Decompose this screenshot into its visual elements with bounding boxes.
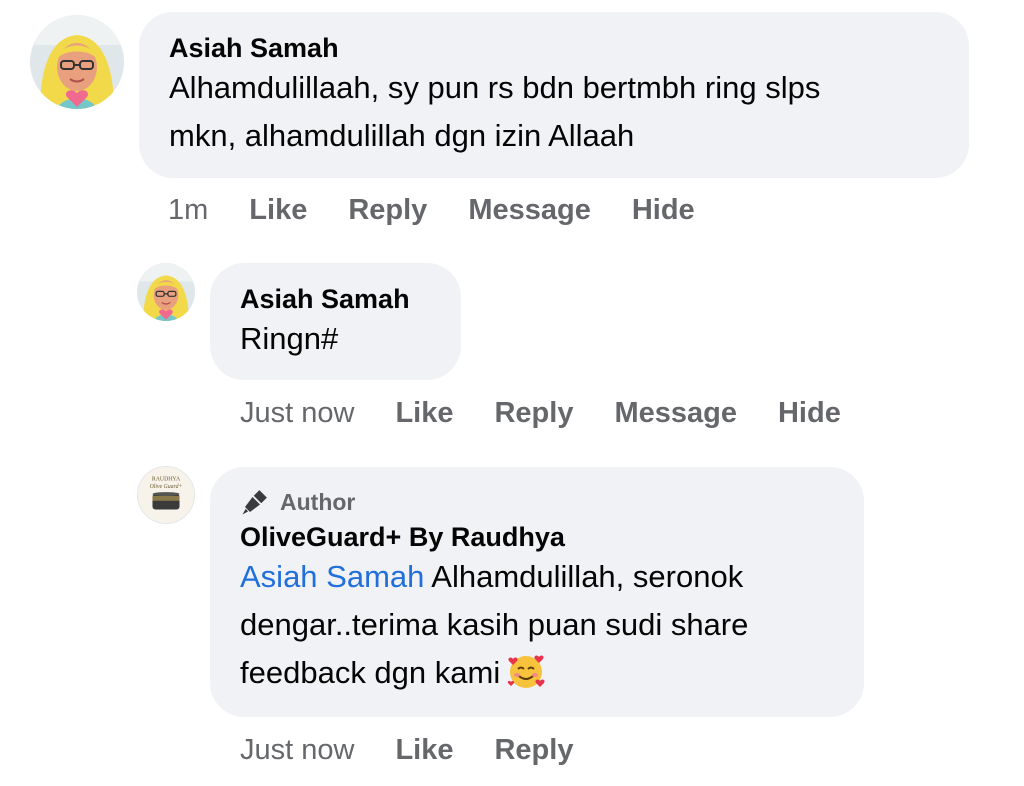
- reply-button[interactable]: Reply: [494, 397, 573, 430]
- comment-text: Alhamdulillah, seronok: [431, 559, 744, 594]
- comment-author-name[interactable]: Asiah Samah: [240, 283, 431, 315]
- avatar-oliveguard[interactable]: RAUDHYA Olive Guard+: [137, 466, 195, 524]
- avatar-logo-text: Olive Guard+: [150, 484, 183, 490]
- comment-actions: Just now Like Reply: [240, 730, 614, 770]
- hide-button[interactable]: Hide: [778, 397, 841, 430]
- message-button[interactable]: Message: [614, 397, 737, 430]
- like-button[interactable]: Like: [395, 397, 453, 430]
- mention-link[interactable]: Asiah Samah: [240, 559, 424, 594]
- product-logo: RAUDHYA Olive Guard+: [138, 467, 194, 523]
- comment-text-line: feedback dgn kami: [240, 649, 834, 705]
- comment-timestamp[interactable]: 1m: [168, 194, 208, 227]
- comment-text-line: Asiah Samah Alhamdulillah, seronok: [240, 553, 834, 601]
- comment-actions: 1m Like Reply Message Hide: [168, 190, 736, 230]
- avatar-logo-text: RAUDHYA: [152, 477, 181, 483]
- comment-bubble: Asiah Samah Ringn#: [210, 263, 461, 380]
- comment-timestamp[interactable]: Just now: [240, 734, 354, 767]
- comment-text-line: mkn, alhamdulillah dgn izin Allaah: [169, 118, 635, 153]
- microphone-icon: [242, 490, 267, 515]
- comment-bubble: Author OliveGuard+ By Raudhya Asiah Sama…: [210, 467, 864, 717]
- comment-actions: Just now Like Reply Message Hide: [240, 393, 882, 433]
- like-button[interactable]: Like: [395, 734, 453, 767]
- like-button[interactable]: Like: [249, 194, 307, 227]
- hide-button[interactable]: Hide: [632, 194, 695, 227]
- profile-photo: [30, 15, 124, 109]
- avatar-asiah-samah[interactable]: [137, 263, 195, 321]
- comment-timestamp[interactable]: Just now: [240, 397, 354, 430]
- smiling-face-with-hearts-icon: [506, 651, 546, 705]
- avatar-asiah-samah[interactable]: [30, 15, 124, 109]
- message-button[interactable]: Message: [468, 194, 591, 227]
- comment-text: Ringn#: [240, 321, 339, 356]
- comment-text-line: Alhamdulillaah, sy pun rs bdn bertmbh ri…: [169, 70, 821, 105]
- reply-button[interactable]: Reply: [348, 194, 427, 227]
- comment-author-name[interactable]: Asiah Samah: [169, 32, 939, 64]
- comment-text: feedback dgn kami: [240, 655, 501, 690]
- profile-photo: [137, 263, 195, 321]
- comment-author-name[interactable]: OliveGuard+ By Raudhya: [240, 521, 834, 553]
- reply-button[interactable]: Reply: [494, 734, 573, 767]
- comment-text-line: dengar..terima kasih puan sudi share: [240, 607, 749, 642]
- comment-bubble: Asiah Samah Alhamdulillaah, sy pun rs bd…: [139, 12, 969, 178]
- author-badge-label: Author: [280, 488, 356, 515]
- author-badge: Author: [240, 487, 834, 517]
